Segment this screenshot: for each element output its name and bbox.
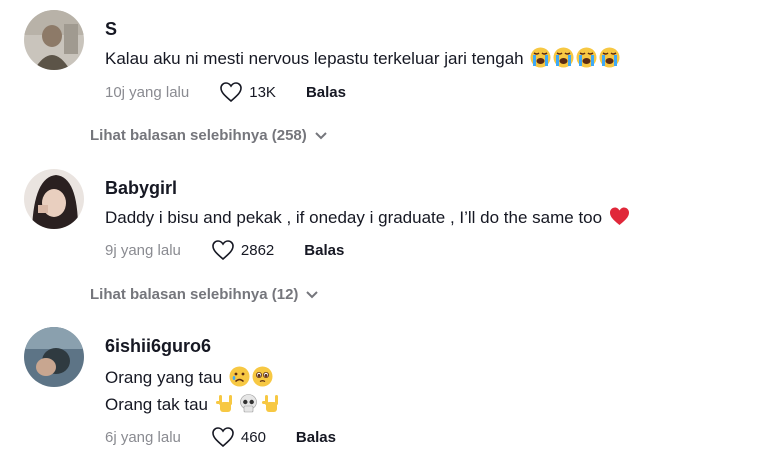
red-heart-icon [609,206,630,227]
rock-on-hand-icon [261,393,282,414]
reply-button[interactable]: Balas [296,429,336,446]
comment-text: Kalau aku ni mesti nervous lepastu terke… [105,47,620,69]
view-more-replies[interactable]: Lihat balasan selebihnya (258) [90,127,327,144]
loudly-crying-face-icon [530,47,551,68]
skull-icon [238,393,259,414]
comment-meta: 6j yang lalu 460 Balas [105,425,336,449]
like-count: 460 [240,428,266,446]
comment-meta: 10j yang lalu 13K Balas [105,80,346,104]
heart-outline-icon [212,240,234,261]
pleading-face-icon [252,366,273,387]
like-count: 13K [249,83,276,101]
rock-on-hand-icon [215,393,236,414]
comment-username[interactable]: S [105,19,117,40]
comment-time: 6j yang lalu [105,428,181,446]
view-more-replies[interactable]: Lihat balasan selebihnya (12) [90,286,319,303]
heart-outline-icon [212,427,234,448]
comment-text: Orang yang tau [105,366,273,388]
comment-text-content: Kalau aku ni mesti nervous lepastu terke… [105,49,524,68]
avatar[interactable] [24,10,84,70]
loudly-crying-face-icon [576,47,597,68]
reply-button[interactable]: Balas [306,84,346,101]
view-more-replies-label: Lihat balasan selebihnya (12) [90,286,299,303]
chevron-down-icon [315,131,327,139]
comment-time: 9j yang lalu [105,241,181,259]
loudly-crying-face-icon [599,47,620,68]
comment-username[interactable]: 6ishii6guro6 [105,336,211,357]
like-button[interactable]: 460 [211,426,266,448]
comment-text: Orang tak tau [105,393,282,415]
loudly-crying-face-icon [553,47,574,68]
like-count: 2862 [240,241,275,259]
chevron-down-icon [306,290,319,298]
like-button[interactable]: 13K [219,81,276,103]
like-button[interactable]: 2862 [211,239,274,261]
view-more-replies-label: Lihat balasan selebihnya (258) [90,127,307,144]
comment-time: 10j yang lalu [105,83,190,101]
comment-text-content: Orang yang tau [105,368,223,387]
avatar[interactable] [24,169,84,229]
avatar[interactable] [24,327,84,387]
comment-text: Daddy i bisu and pekak , if oneday i gra… [105,206,630,228]
comment-meta: 9j yang lalu 2862 Balas [105,238,344,262]
sad-face-icon [229,366,250,387]
comment-username[interactable]: Babygirl [105,178,177,199]
comment-text-content: Orang tak tau [105,395,209,414]
heart-outline-icon [220,82,243,103]
reply-button[interactable]: Balas [304,242,344,259]
comment-text-content: Daddy i bisu and pekak , if oneday i gra… [105,208,603,227]
